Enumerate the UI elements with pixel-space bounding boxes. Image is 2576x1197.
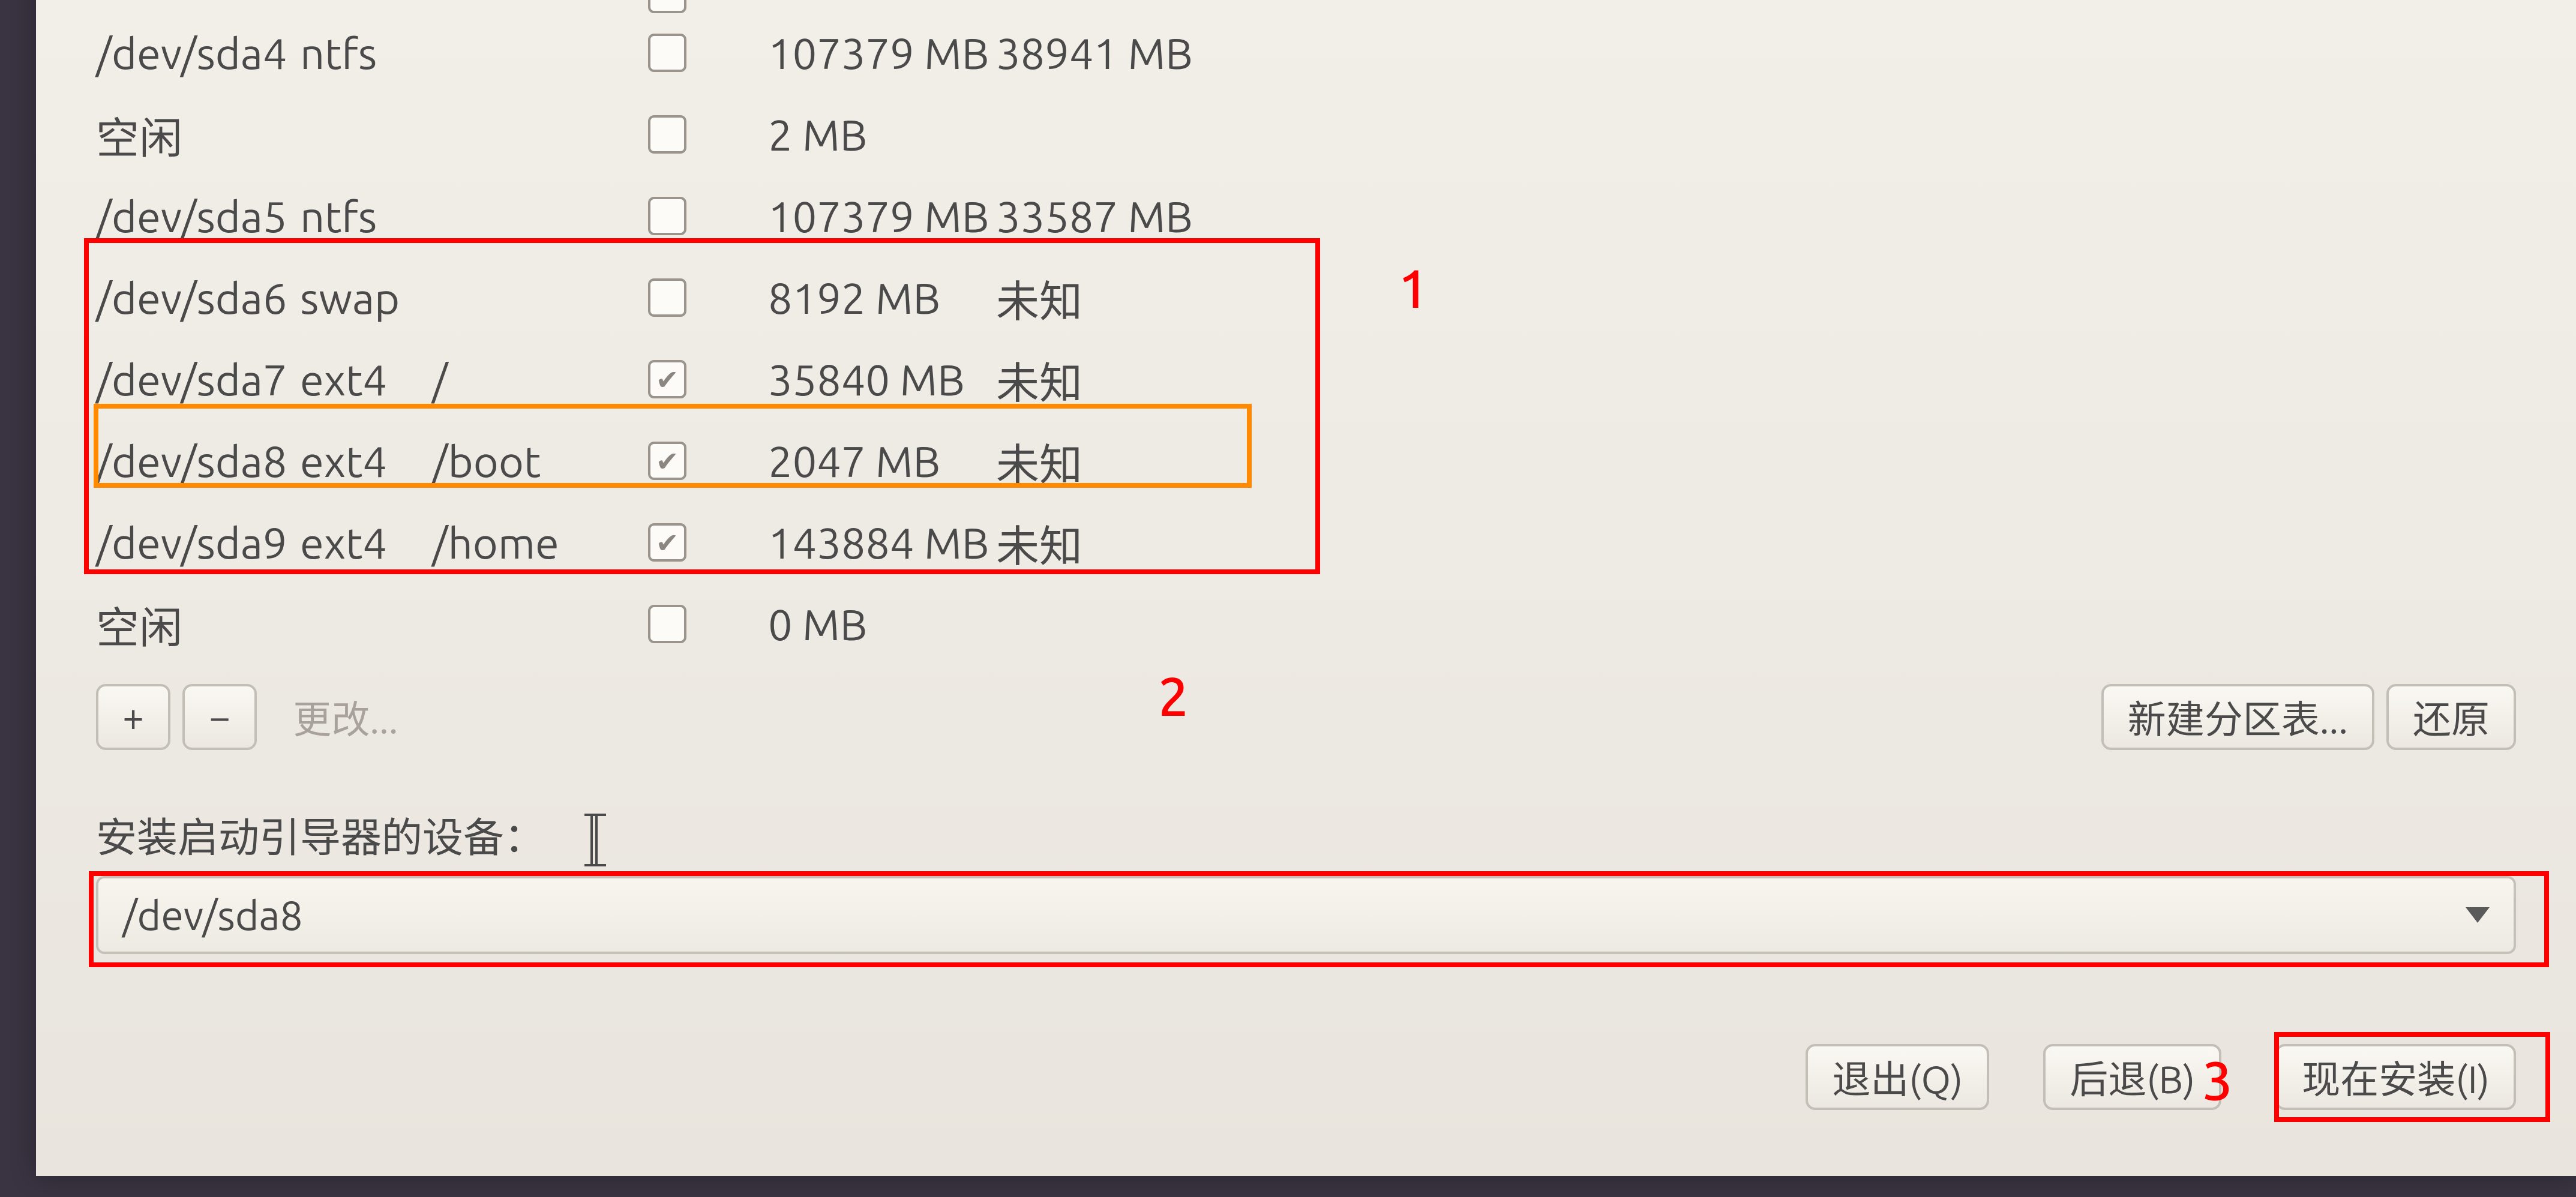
partition-table: 1 MB /dev/sda4 ntfs 107379 MB 38941 MB 空… xyxy=(96,0,2516,665)
table-row[interactable]: /dev/sda7 ext4 / 35840 MB 未知 xyxy=(96,338,2516,420)
cell-device: 空闲 xyxy=(96,103,300,166)
cell-mount: /home xyxy=(432,518,648,567)
format-checkbox[interactable] xyxy=(648,605,686,643)
cell-size: 2 MB xyxy=(768,110,996,159)
bootloader-label: 安装启动引导器的设备： xyxy=(96,804,598,864)
new-partition-table-button[interactable]: 新建分区表... xyxy=(2101,684,2374,750)
cell-type: ext4 xyxy=(300,437,432,485)
cell-format[interactable] xyxy=(648,115,768,154)
format-checkbox[interactable] xyxy=(648,197,686,235)
table-row[interactable]: /dev/sda5 ntfs 107379 MB 33587 MB xyxy=(96,175,2516,257)
change-partition-button[interactable]: 更改... xyxy=(269,684,422,750)
cell-type: ntfs xyxy=(300,29,432,77)
installer-window: 1 MB /dev/sda4 ntfs 107379 MB 38941 MB 空… xyxy=(36,0,2576,1176)
cell-used: 33587 MB xyxy=(996,192,1224,241)
format-checkbox[interactable] xyxy=(648,278,686,317)
table-row[interactable]: 空闲 2 MB xyxy=(96,94,2516,175)
cell-device: /dev/sda7 xyxy=(96,355,300,404)
cell-device: /dev/sda6 xyxy=(96,274,300,322)
cell-size: 1 MB xyxy=(768,0,996,1)
footer-buttons: 退出(Q) 后退(B) 现在安装(I) xyxy=(1806,1044,2516,1110)
cell-format[interactable] xyxy=(648,0,768,13)
format-checkbox[interactable] xyxy=(648,0,686,13)
table-row[interactable]: /dev/sda9 ext4 /home 143884 MB 未知 xyxy=(96,502,2516,583)
cell-used: 38941 MB xyxy=(996,29,1224,77)
format-checkbox[interactable] xyxy=(648,115,686,154)
revert-button[interactable]: 还原 xyxy=(2386,684,2516,750)
bootloader-device-select[interactable]: /dev/sda8 xyxy=(96,876,2516,954)
cell-format[interactable] xyxy=(648,442,768,480)
install-button[interactable]: 现在安装(I) xyxy=(2275,1044,2516,1110)
format-checkbox[interactable] xyxy=(648,523,686,562)
cell-used: 未知 xyxy=(996,348,1224,411)
format-checkbox[interactable] xyxy=(648,442,686,480)
cell-device: /dev/sda9 xyxy=(96,518,300,567)
back-button[interactable]: 后退(B) xyxy=(2043,1044,2221,1110)
cell-size: 107379 MB xyxy=(768,29,996,77)
table-row[interactable]: 1 MB xyxy=(96,0,2516,12)
table-row[interactable]: /dev/sda8 ext4 /boot 2047 MB 未知 xyxy=(96,420,2516,502)
cell-device: /dev/sda4 xyxy=(96,29,300,77)
cell-mount: / xyxy=(432,355,648,404)
bootloader-device-value: /dev/sda8 xyxy=(122,892,303,938)
format-checkbox[interactable] xyxy=(648,34,686,72)
cell-format[interactable] xyxy=(648,523,768,562)
cell-size: 107379 MB xyxy=(768,192,996,241)
cell-size: 0 MB xyxy=(768,600,996,649)
cell-format[interactable] xyxy=(648,34,768,72)
cell-size: 143884 MB xyxy=(768,518,996,567)
partition-toolbar: + − 更改... 新建分区表... 还原 xyxy=(96,684,2516,750)
table-row[interactable]: /dev/sda6 swap 8192 MB 未知 xyxy=(96,257,2516,338)
cell-size: 2047 MB xyxy=(768,437,996,485)
text-cursor-icon xyxy=(590,816,598,864)
cell-device: /dev/sda8 xyxy=(96,437,300,485)
format-checkbox[interactable] xyxy=(648,360,686,398)
cell-format[interactable] xyxy=(648,360,768,398)
cell-size: 8192 MB xyxy=(768,274,996,322)
cell-format[interactable] xyxy=(648,278,768,317)
cell-format[interactable] xyxy=(648,197,768,235)
cell-used: 未知 xyxy=(996,511,1224,574)
add-partition-button[interactable]: + xyxy=(96,684,170,750)
cell-device: /dev/sda5 xyxy=(96,192,300,241)
chevron-down-icon xyxy=(2466,907,2490,923)
cell-format[interactable] xyxy=(648,605,768,643)
cell-used: 未知 xyxy=(996,430,1224,493)
cell-used: 未知 xyxy=(996,266,1224,329)
table-row[interactable]: /dev/sda4 ntfs 107379 MB 38941 MB xyxy=(96,12,2516,94)
cell-size: 35840 MB xyxy=(768,355,996,404)
cell-type: ntfs xyxy=(300,192,432,241)
cell-type: swap xyxy=(300,274,432,322)
cell-type: ext4 xyxy=(300,355,432,404)
cell-type: ext4 xyxy=(300,518,432,567)
cell-mount: /boot xyxy=(432,437,648,485)
bootloader-label-text: 安装启动引导器的设备： xyxy=(96,814,545,860)
remove-partition-button[interactable]: − xyxy=(182,684,257,750)
cell-device: 空闲 xyxy=(96,593,300,656)
quit-button[interactable]: 退出(Q) xyxy=(1806,1044,1989,1110)
table-row[interactable]: 空闲 0 MB xyxy=(96,583,2516,665)
